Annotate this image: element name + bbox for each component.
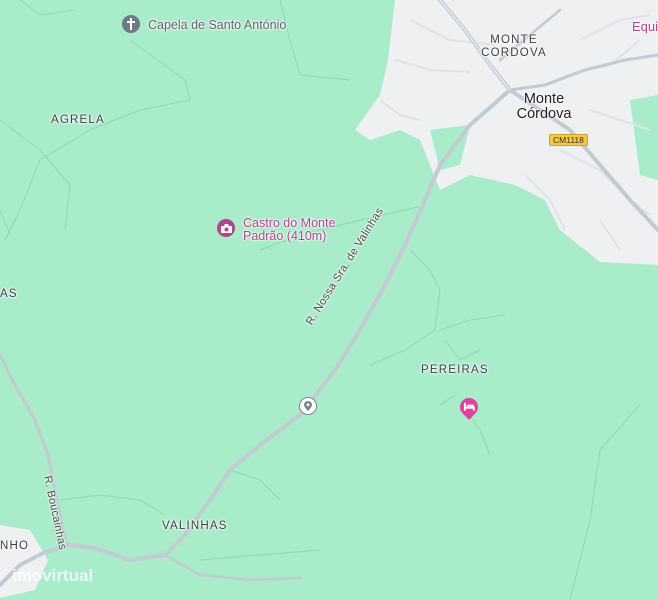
location-pin-icon[interactable] xyxy=(299,397,317,415)
area-label-pereiras: PEREIRAS xyxy=(421,364,489,376)
watermark-logo: imovirtual xyxy=(12,566,94,585)
road-shield-cm1118: CM1118 xyxy=(549,134,588,146)
area-label-edge-nho: NHO xyxy=(0,540,30,552)
cross-icon[interactable] xyxy=(122,15,140,33)
poi-label-capela[interactable]: Capela de Santo António xyxy=(148,18,286,32)
poi-label-equi[interactable]: Equi xyxy=(632,20,658,33)
area-label-valinhas: VALINHAS xyxy=(162,520,228,532)
town-label-monte-cordova[interactable]: Monte Córdova xyxy=(511,92,577,122)
camera-icon[interactable] xyxy=(217,219,235,237)
area-label-agrela: AGRELA xyxy=(51,114,105,126)
poi-label-castro[interactable]: Castro do Monte Padrão (410m) xyxy=(243,217,353,243)
road-small xyxy=(163,553,302,582)
area-label-monte-cordova: MONTE CORDOVA xyxy=(481,34,547,59)
map-canvas[interactable]: AGRELA MONTE CORDOVA Monte Córdova PEREI… xyxy=(0,0,658,600)
area-label-edge-as: AS xyxy=(0,288,18,300)
